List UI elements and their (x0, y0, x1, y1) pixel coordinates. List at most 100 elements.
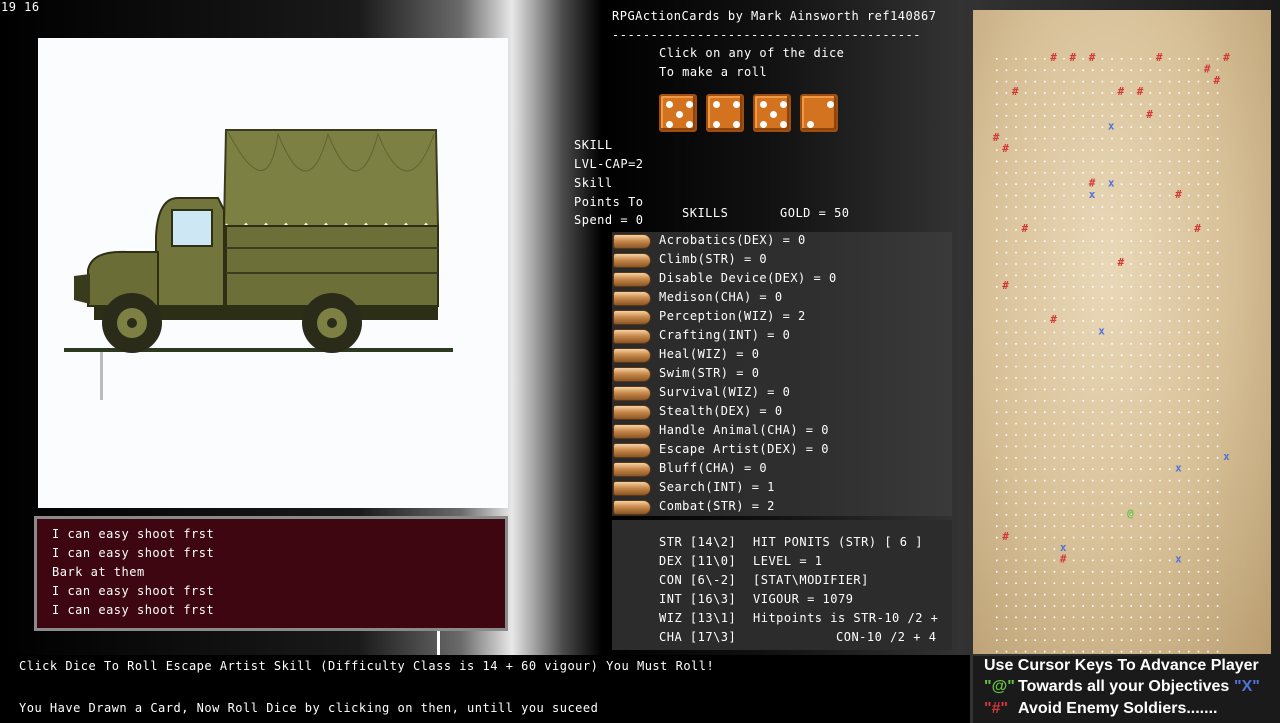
map-dot (1053, 411, 1056, 413)
map-dot (1168, 229, 1171, 231)
map-dot (1111, 229, 1113, 231)
map-dot (1216, 217, 1219, 220)
map-dot (1120, 103, 1123, 106)
map-dot (1120, 160, 1123, 163)
map-dot (1092, 115, 1094, 117)
map-dot (1015, 126, 1017, 128)
map-dot (1168, 536, 1171, 539)
map-dot (1024, 251, 1027, 254)
map-dot (996, 194, 998, 197)
skill-label: Handle Animal(CHA) = 0 (659, 423, 829, 437)
map-dot (1024, 206, 1027, 208)
map-dot (1168, 217, 1171, 220)
map-dot (1082, 628, 1084, 630)
map-dot (1207, 593, 1209, 596)
map-dot (1120, 571, 1123, 573)
map-dot (1159, 320, 1161, 322)
map-dot (1053, 80, 1056, 83)
map-dot (1140, 183, 1142, 185)
map-dot (1072, 468, 1075, 470)
map-dot (1044, 251, 1046, 254)
map-dot (1044, 126, 1046, 128)
game-map[interactable]: # # # # # # # # # # # # # # # # # # # # # # x x x x x x x x @ (973, 10, 1271, 654)
map-dot (1044, 286, 1046, 288)
map-dot (1207, 137, 1209, 140)
map-dot (1207, 80, 1209, 83)
map-dot (1120, 80, 1123, 83)
skill-row-crafting[interactable]: Crafting(INT) = 0 (612, 327, 952, 346)
map-dot (1024, 103, 1027, 106)
legend-instruction: Use Cursor Keys To Advance Player (984, 657, 1259, 674)
skill-row-stealth[interactable]: Stealth(DEX) = 0 (612, 403, 952, 422)
map-dot (1111, 320, 1113, 322)
map-dot (1092, 468, 1094, 470)
skill-row-medison[interactable]: Medison(CHA) = 0 (612, 289, 952, 308)
map-dot (1092, 548, 1094, 550)
player-symbol: "@" (984, 678, 1015, 695)
map-dot (1178, 514, 1180, 516)
skill-row-swim[interactable]: Swim(STR) = 0 (612, 365, 952, 384)
map-dot (1024, 217, 1027, 220)
map-dot (1072, 354, 1075, 356)
map-dot (1024, 137, 1027, 140)
skill-row-combat[interactable]: Combat(STR) = 2 (612, 498, 952, 517)
skill-row-escape-artist[interactable]: Escape Artist(DEX) = 0 (612, 441, 952, 460)
map-dot (1034, 650, 1036, 653)
skill-row-acrobatics[interactable]: Acrobatics(DEX) = 0 (612, 232, 952, 251)
map-dot (1015, 286, 1017, 288)
map-dot (1034, 365, 1036, 368)
map-dot (1053, 616, 1056, 619)
map-dot (1005, 92, 1008, 94)
map-dot (1082, 274, 1084, 277)
log-line: I can easy shoot frst (52, 603, 215, 617)
map-dot (1101, 240, 1104, 242)
map-dot (1216, 297, 1219, 299)
map-dot (1130, 605, 1132, 607)
skill-row-survival[interactable]: Survival(WIZ) = 0 (612, 384, 952, 403)
map-dot (1082, 445, 1084, 448)
map-dot (1024, 525, 1027, 527)
die-1-button[interactable] (659, 94, 697, 132)
map-dot (1140, 434, 1142, 436)
map-dot (1024, 468, 1027, 470)
map-dot (1082, 457, 1084, 459)
die-2-button[interactable] (706, 94, 744, 132)
map-dot (1063, 377, 1065, 379)
map-dot (1168, 514, 1171, 516)
skill-label: Acrobatics(DEX) = 0 (659, 233, 806, 247)
map-dot (1053, 388, 1056, 391)
map-dot (1024, 343, 1027, 345)
map-dot (1149, 172, 1152, 174)
map-dot (996, 103, 998, 106)
map-dot (1101, 263, 1104, 265)
skill-row-bluff[interactable]: Bluff(CHA) = 0 (612, 460, 952, 479)
skill-row-search[interactable]: Search(INT) = 1 (612, 479, 952, 498)
skill-row-climb[interactable]: Climb(STR) = 0 (612, 251, 952, 270)
skill-row-heal[interactable]: Heal(WIZ) = 0 (612, 346, 952, 365)
map-dot (1178, 354, 1180, 356)
map-dot (1101, 320, 1104, 322)
map-dot (1005, 445, 1008, 448)
map-dot (1188, 172, 1190, 174)
map-dot (1034, 343, 1036, 345)
skill-row-handle-animal[interactable]: Handle Animal(CHA) = 0 (612, 422, 952, 441)
map-dot (1120, 536, 1123, 539)
map-dot (1044, 343, 1046, 345)
map-dot (1063, 92, 1065, 94)
map-dot (1072, 434, 1075, 436)
map-dot (1207, 263, 1209, 265)
map-dot (1024, 80, 1027, 83)
map-dot (996, 536, 998, 539)
skill-row-disable-device[interactable]: Disable Device(DEX) = 0 (612, 270, 952, 289)
map-dot (1024, 639, 1027, 641)
die-3-button[interactable] (753, 94, 791, 132)
map-dot (1188, 457, 1190, 459)
map-dot (1053, 525, 1056, 527)
map-dot (1120, 593, 1123, 596)
map-dot (1092, 400, 1094, 402)
skill-row-perception[interactable]: Perception(WIZ) = 2 (612, 308, 952, 327)
die-4-button[interactable] (800, 94, 838, 132)
map-dot (1130, 126, 1132, 128)
map-dot (1063, 194, 1065, 197)
map-dot (1063, 616, 1065, 619)
